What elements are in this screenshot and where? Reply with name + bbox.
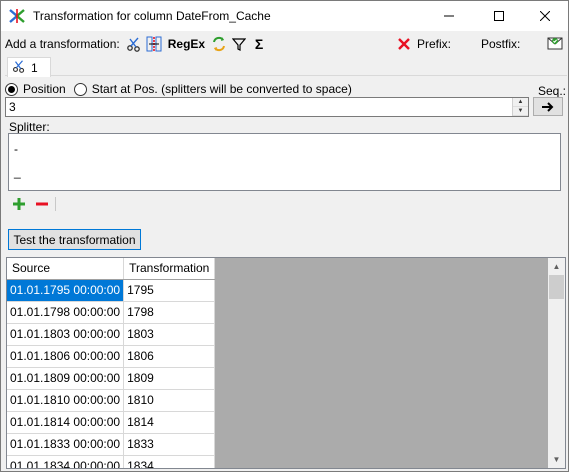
splitter-item[interactable]: _ <box>14 161 555 184</box>
add-splitter-icon[interactable] <box>11 196 27 212</box>
maximize-icon <box>494 11 504 21</box>
transformation-cell[interactable]: 1814 <box>123 411 216 434</box>
transformation-cell[interactable]: 1795 <box>123 279 216 302</box>
source-cell[interactable]: 01.01.1810 00:00:00 <box>7 389 125 412</box>
source-cell[interactable]: 01.01.1814 00:00:00 <box>7 411 125 434</box>
scroll-down-icon[interactable]: ▼ <box>548 451 565 468</box>
result-grid[interactable]: Source Transformation 01.01.1795 00:00:0… <box>6 257 566 469</box>
splitter-list[interactable]: - _ <box>8 133 561 191</box>
postfix-label: Postfix: <box>481 37 521 51</box>
transformation-tabs: 1 <box>5 57 567 77</box>
split-columns-icon[interactable] <box>144 34 164 54</box>
position-stepper[interactable]: ▲ ▼ <box>512 98 528 116</box>
position-radio-label: Position <box>23 82 66 96</box>
tab-1[interactable]: 1 <box>7 57 51 77</box>
table-row[interactable]: 01.01.1803 00:00:00 1803 <box>7 323 216 346</box>
prefix-label: Prefix: <box>417 37 452 51</box>
maximize-button[interactable] <box>476 1 522 31</box>
transformation-cell[interactable]: 1798 <box>123 301 216 324</box>
table-row[interactable]: 01.01.1810 00:00:00 1810 <box>7 389 216 412</box>
scrollbar-thumb[interactable] <box>549 275 564 299</box>
prefix-field[interactable] <box>456 32 478 54</box>
transformation-cell[interactable]: 1806 <box>123 345 216 368</box>
scissors-icon[interactable] <box>124 34 144 54</box>
remove-splitter-icon[interactable] <box>34 196 50 212</box>
scissors-icon <box>12 59 26 76</box>
source-cell[interactable]: 01.01.1795 00:00:00 <box>7 279 125 302</box>
table-row[interactable]: 01.01.1795 00:00:00 1795 <box>7 279 216 302</box>
spin-up-icon[interactable]: ▲ <box>513 98 528 107</box>
test-transformation-button[interactable]: Test the transformation <box>8 229 141 250</box>
result-table: Source Transformation 01.01.1795 00:00:0… <box>7 258 216 468</box>
grid-vertical-scrollbar[interactable]: ▲ ▼ <box>548 258 565 468</box>
source-cell[interactable]: 01.01.1803 00:00:00 <box>7 323 125 346</box>
splitter-item[interactable]: - <box>14 138 555 161</box>
transformation-toolbar: Add a transformation: RegEx Σ Prefix: Po… <box>1 32 568 56</box>
seq-button[interactable] <box>533 97 563 116</box>
position-input[interactable]: 3 <box>5 97 529 117</box>
sum-icon[interactable]: Σ <box>249 34 269 54</box>
start-at-radio-label: Start at Pos. (splitters will be convert… <box>91 82 352 96</box>
title-bar: Transformation for column DateFrom_Cache <box>1 1 568 31</box>
add-transformation-label: Add a transformation: <box>5 37 120 51</box>
column-header-transformation[interactable]: Transformation <box>123 258 216 280</box>
source-cell[interactable]: 01.01.1809 00:00:00 <box>7 367 125 390</box>
table-row[interactable]: 01.01.1833 00:00:00 1833 <box>7 433 216 456</box>
minimize-icon <box>444 15 454 17</box>
transformation-cell[interactable]: 1803 <box>123 323 216 346</box>
splitter-label: Splitter: <box>9 120 50 134</box>
delete-icon[interactable] <box>394 34 414 54</box>
tab-label: 1 <box>31 60 38 75</box>
source-cell[interactable]: 01.01.1806 00:00:00 <box>7 345 125 368</box>
transformation-cell[interactable]: 1834 <box>123 455 216 468</box>
table-row[interactable]: 01.01.1834 00:00:00 1834 <box>7 455 216 468</box>
table-row[interactable]: 01.01.1814 00:00:00 1814 <box>7 411 216 434</box>
scroll-up-icon[interactable]: ▲ <box>548 258 565 275</box>
mode-options: Position Start at Pos. (splitters will b… <box>5 82 360 96</box>
replace-icon[interactable] <box>209 34 229 54</box>
table-row[interactable]: 01.01.1809 00:00:00 1809 <box>7 367 216 390</box>
transformation-app-icon <box>8 7 26 25</box>
column-header-source[interactable]: Source <box>7 258 125 280</box>
filter-icon[interactable] <box>229 34 249 54</box>
source-cell[interactable]: 01.01.1833 00:00:00 <box>7 433 125 456</box>
position-radio[interactable] <box>5 82 18 96</box>
table-row[interactable]: 01.01.1798 00:00:00 1798 <box>7 301 216 324</box>
apply-icon[interactable] <box>545 33 565 53</box>
close-icon <box>540 11 550 21</box>
regex-button[interactable]: RegEx <box>168 37 205 51</box>
minimize-button[interactable] <box>426 1 472 31</box>
transformation-cell[interactable]: 1809 <box>123 367 216 390</box>
source-cell[interactable]: 01.01.1798 00:00:00 <box>7 301 125 324</box>
window-title: Transformation for column DateFrom_Cache <box>33 9 271 23</box>
divider <box>55 197 56 211</box>
start-at-radio[interactable] <box>73 82 87 96</box>
transformation-window: Transformation for column DateFrom_Cache… <box>0 0 569 472</box>
close-button[interactable] <box>522 1 568 31</box>
arrow-right-icon <box>542 101 554 112</box>
spin-down-icon[interactable]: ▼ <box>513 107 528 116</box>
source-cell[interactable]: 01.01.1834 00:00:00 <box>7 455 125 468</box>
seq-label: Seq.: <box>538 84 567 98</box>
transformation-cell[interactable]: 1833 <box>123 433 216 456</box>
table-row[interactable]: 01.01.1806 00:00:00 1806 <box>7 345 216 368</box>
transformation-cell[interactable]: 1810 <box>123 389 216 412</box>
postfix-field[interactable] <box>522 32 544 54</box>
